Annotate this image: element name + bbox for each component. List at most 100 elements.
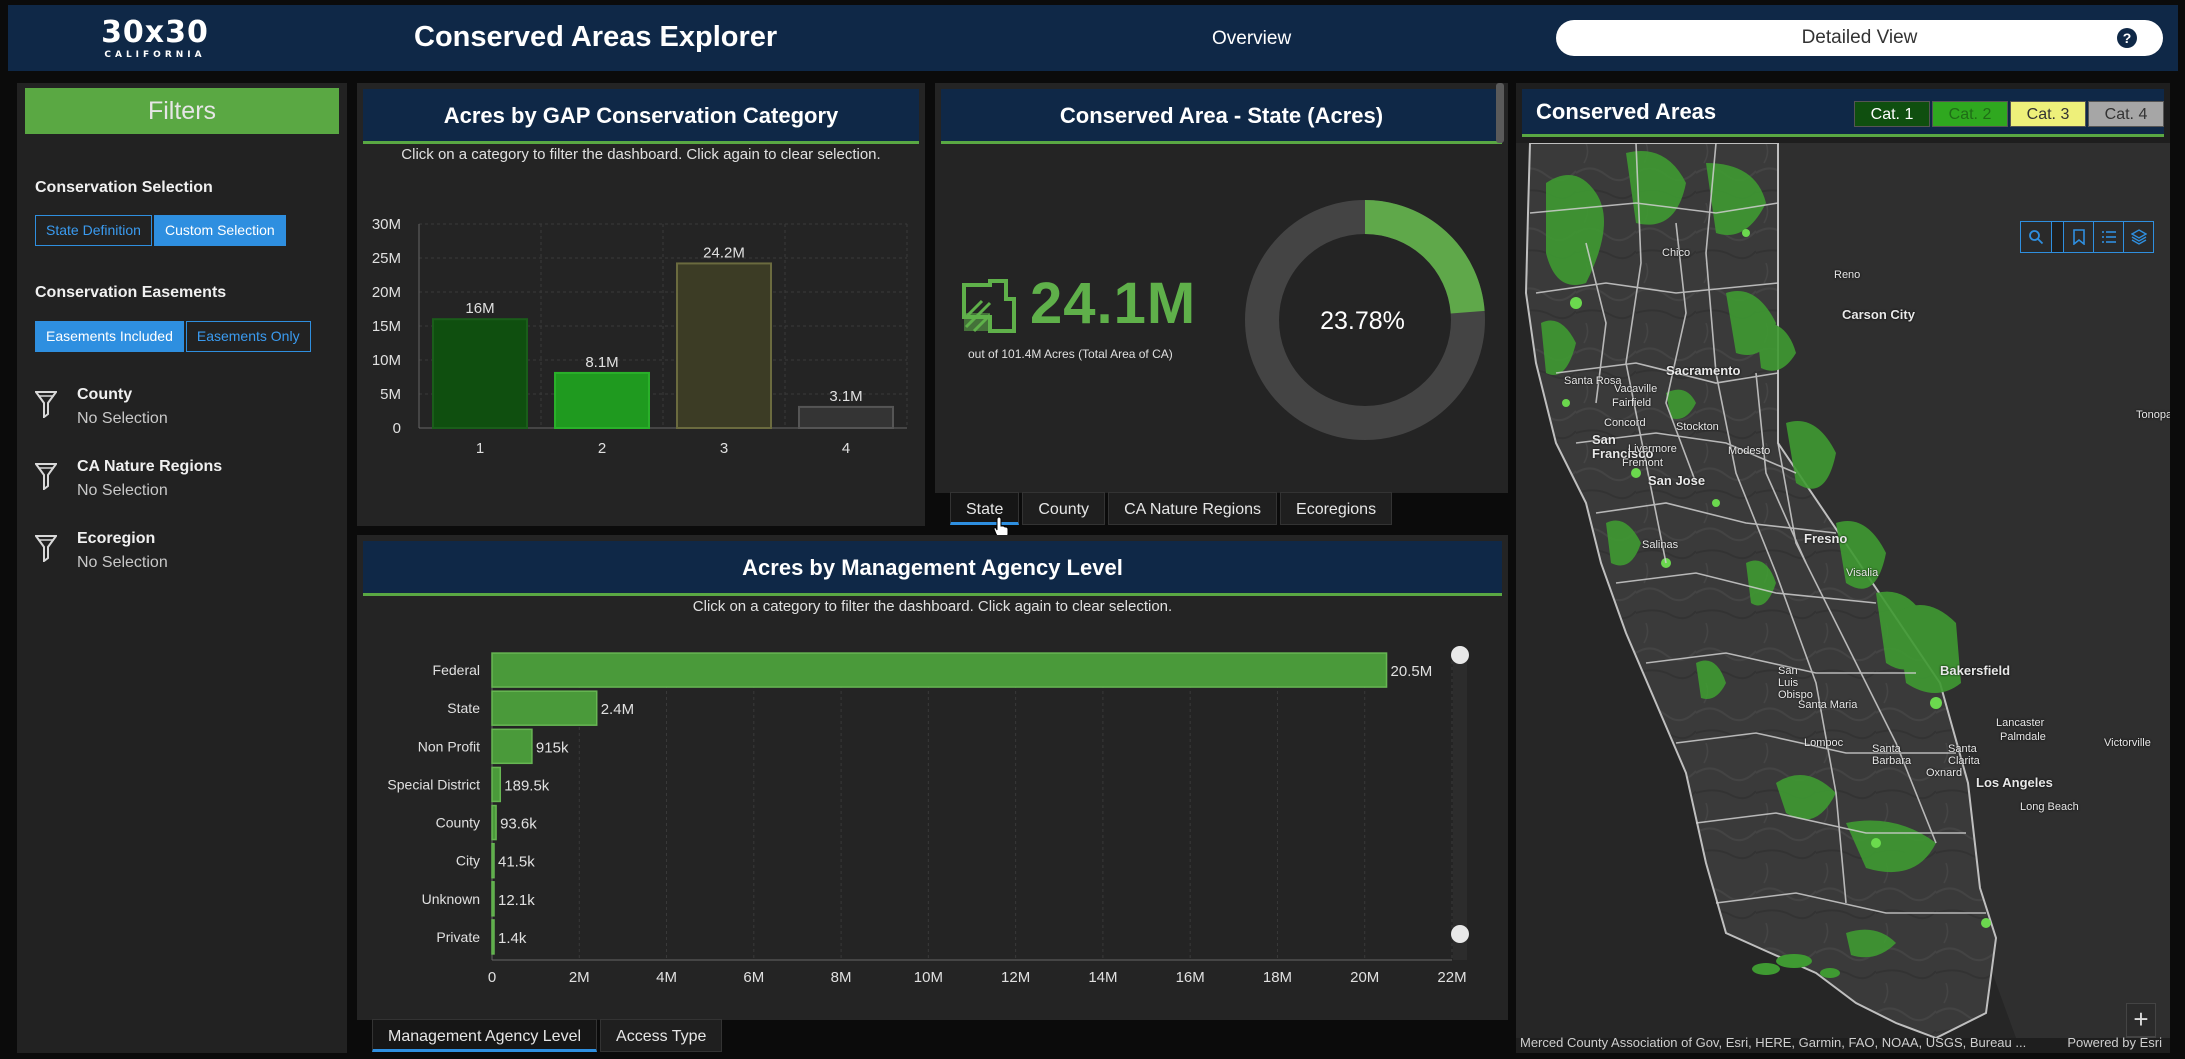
bar-value-label: 93.6k bbox=[500, 816, 537, 833]
mgmt-panel-subtitle: Click on a category to filter the dashbo… bbox=[692, 598, 1173, 615]
easements-only-button[interactable]: Easements Only bbox=[185, 321, 311, 352]
map-view[interactable]: Chico Reno Carson City Santa Rosa Sacram… bbox=[1516, 143, 2170, 1038]
map-attribution: Merced County Association of Gov, Esri, … bbox=[1520, 1035, 2170, 1050]
bar bbox=[676, 262, 772, 429]
category-label: Unknown bbox=[422, 891, 480, 907]
california-parcel-icon bbox=[962, 279, 1016, 333]
custom-selection-button[interactable]: Custom Selection bbox=[153, 215, 286, 246]
y-tick-label: 5M bbox=[380, 386, 401, 403]
conserved-percent-label: 23.78% bbox=[1320, 307, 1405, 335]
tab-management-agency-level[interactable]: Management Agency Level bbox=[372, 1019, 598, 1052]
legend-cat-3[interactable]: Cat. 3 bbox=[2010, 101, 2086, 127]
city-label: San Luis Obispo bbox=[1778, 665, 1813, 701]
x-tick-label: 18M bbox=[1263, 969, 1292, 986]
layers-icon bbox=[2130, 229, 2147, 245]
detailed-view-button[interactable]: Detailed View ? bbox=[1556, 20, 2163, 56]
state-panel-scrollbar[interactable] bbox=[1496, 83, 1504, 143]
x-tick-label: 22M bbox=[1437, 969, 1466, 986]
city-label: Carson City bbox=[1842, 307, 1915, 322]
bar bbox=[432, 318, 528, 429]
y-tick-label: 20M bbox=[372, 284, 401, 301]
bar bbox=[491, 804, 497, 841]
bar bbox=[491, 842, 495, 879]
tab-ca-nature-regions[interactable]: CA Nature Regions bbox=[1108, 492, 1278, 525]
toolbar-gap bbox=[2051, 222, 2063, 252]
category-legend: Cat. 1 Cat. 2 Cat. 3 Cat. 4 bbox=[1852, 101, 2164, 127]
tab-ecoregions[interactable]: Ecoregions bbox=[1280, 492, 1393, 525]
city-label: Fairfield bbox=[1612, 397, 1652, 409]
map-toolbar bbox=[2020, 221, 2154, 253]
city-label: Santa Barbara bbox=[1872, 743, 1912, 767]
tab-access-type[interactable]: Access Type bbox=[600, 1019, 723, 1052]
category-label: Special District bbox=[387, 776, 480, 792]
management-agency-panel: Acres by Management Agency Level Click o… bbox=[357, 535, 1508, 1020]
bar bbox=[491, 728, 533, 765]
county-filter-label: County bbox=[77, 386, 133, 403]
legend-tool[interactable] bbox=[2093, 222, 2123, 252]
bar bbox=[491, 881, 495, 917]
gap-category-chart: 0 5M 10M 15M 20M 25M 30M 16M 1 8.1M 2 24.2M 3 3.1M 4 bbox=[372, 216, 908, 457]
city-label: Los Angeles bbox=[1976, 775, 2053, 790]
ecoregion-filter[interactable]: Ecoregion No Selection bbox=[35, 530, 335, 578]
ecoregion-filter-value: No Selection bbox=[77, 554, 168, 571]
mgmt-panel-title: Acres by Management Agency Level bbox=[363, 541, 1502, 596]
gap-panel-title: Acres by GAP Conservation Category bbox=[363, 89, 919, 144]
city-label: Lancaster bbox=[1996, 717, 2045, 729]
app-header: 30x30 CALIFORNIA Conserved Areas Explore… bbox=[8, 5, 2178, 71]
city-label: Bakersfield bbox=[1940, 663, 2011, 678]
bar-value-label: 12.1k bbox=[498, 892, 535, 909]
conservation-selection-heading: Conservation Selection bbox=[35, 179, 213, 196]
city-label: Victorville bbox=[2104, 737, 2151, 749]
city-label: Long Beach bbox=[2020, 801, 2079, 813]
tab-county[interactable]: County bbox=[1022, 492, 1106, 525]
search-tool[interactable] bbox=[2021, 222, 2051, 252]
state-definition-button[interactable]: State Definition bbox=[35, 215, 152, 246]
y-tick-label: 30M bbox=[372, 216, 401, 233]
x-tick-label: 8M bbox=[831, 969, 852, 986]
funnel-icon bbox=[35, 535, 57, 562]
category-label: Federal bbox=[433, 662, 480, 678]
city-label: Oxnard bbox=[1926, 767, 1963, 779]
nature-regions-filter[interactable]: CA Nature Regions No Selection bbox=[35, 458, 335, 506]
map-header: Conserved Areas Cat. 1 Cat. 2 Cat. 3 Cat… bbox=[1522, 89, 2164, 137]
bar-value-label: 41.5k bbox=[498, 854, 535, 871]
conservation-easements-heading: Conservation Easements bbox=[35, 284, 227, 301]
bar-value-label: 1.4k bbox=[498, 930, 527, 947]
bar-value-label: 915k bbox=[536, 739, 569, 756]
county-filter[interactable]: County No Selection bbox=[35, 386, 335, 434]
legend-cat-4[interactable]: Cat. 4 bbox=[2088, 101, 2164, 127]
bar-value-label: 16M bbox=[465, 300, 494, 317]
x-tick-label: 14M bbox=[1088, 969, 1117, 986]
category-label: State bbox=[447, 700, 480, 716]
logo: 30x30 CALIFORNIA bbox=[90, 17, 220, 65]
bookmark-tool[interactable] bbox=[2063, 222, 2093, 252]
zoom-in-button[interactable]: + bbox=[2126, 1003, 2156, 1037]
conservation-selection-toggle: State Definition Custom Selection bbox=[35, 215, 286, 246]
powered-by-esri-link[interactable]: Powered by Esri bbox=[2067, 1035, 2162, 1050]
chart-scroll-handle-top bbox=[1451, 646, 1469, 664]
funnel-icon bbox=[35, 391, 57, 418]
city-label: Tonopah bbox=[2136, 409, 2170, 421]
help-icon[interactable]: ? bbox=[2117, 28, 2137, 48]
bar-value-label: 24.2M bbox=[703, 244, 745, 261]
legend-cat-1[interactable]: Cat. 1 bbox=[1854, 101, 1930, 127]
x-tick-label: 4M bbox=[656, 969, 677, 986]
overview-link[interactable]: Overview bbox=[1212, 28, 1291, 50]
state-panel-tabs: State County CA Nature Regions Ecoregion… bbox=[950, 492, 1395, 525]
layers-tool[interactable] bbox=[2123, 222, 2153, 252]
state-panel-title: Conserved Area - State (Acres) bbox=[941, 89, 1502, 144]
logo-sub-text: CALIFORNIA bbox=[104, 50, 206, 60]
city-label: Santa Clarita bbox=[1948, 743, 1980, 767]
city-label: Stockton bbox=[1676, 421, 1719, 433]
bar bbox=[491, 766, 502, 803]
legend-cat-2[interactable]: Cat. 2 bbox=[1932, 101, 2008, 127]
gap-category-panel: Acres by GAP Conservation Category Click… bbox=[357, 83, 925, 526]
x-tick-label: 2 bbox=[598, 440, 606, 457]
city-label: Chico bbox=[1662, 247, 1691, 259]
easements-included-button[interactable]: Easements Included bbox=[35, 321, 184, 352]
y-tick-label: 10M bbox=[372, 352, 401, 369]
x-tick-label: 0 bbox=[488, 969, 496, 986]
y-tick-label: 25M bbox=[372, 250, 401, 267]
city-label: Fremont bbox=[1622, 457, 1663, 469]
attribution-text: Merced County Association of Gov, Esri, … bbox=[1520, 1035, 2027, 1050]
